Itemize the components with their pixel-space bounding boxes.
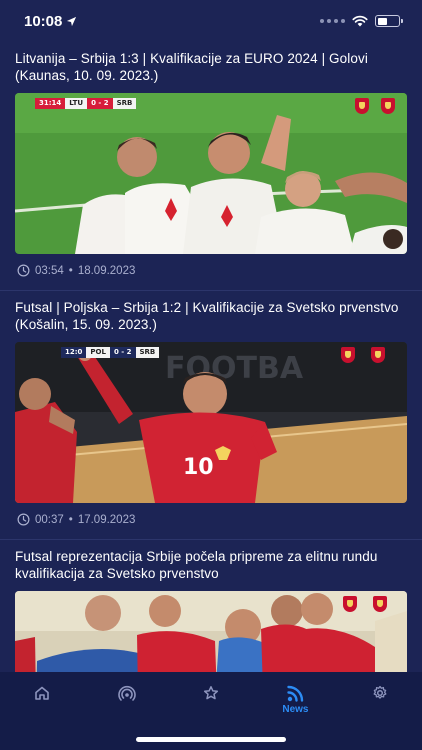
battery-icon xyxy=(375,15,403,27)
federation-crest-icon xyxy=(373,596,387,612)
match-score: 0 - 2 xyxy=(87,98,113,109)
news-meta: 00:37 • 17.09.2023 xyxy=(15,503,407,539)
news-card[interactable]: Litvanija – Srbija 1:3 | Kvalifikacije z… xyxy=(0,42,422,291)
svg-text:10: 10 xyxy=(183,455,214,480)
tab-live[interactable] xyxy=(84,685,168,703)
meta-separator: • xyxy=(68,264,73,277)
gear-icon xyxy=(373,685,387,699)
match-score: 0 - 2 xyxy=(109,347,136,358)
tab-home[interactable] xyxy=(0,685,84,703)
federation-crest-icon xyxy=(371,347,385,363)
home-icon xyxy=(35,686,50,700)
publish-date: 18.09.2023 xyxy=(77,264,136,277)
team-crest-icon xyxy=(341,347,355,363)
video-duration: 00:37 xyxy=(35,513,64,526)
news-meta: 03:54 • 18.09.2023 xyxy=(15,254,407,290)
video-thumbnail[interactable] xyxy=(15,591,407,672)
clock-icon xyxy=(17,264,30,277)
match-photo xyxy=(15,93,407,254)
news-card[interactable]: Futsal | Poljska – Srbija 1:2 | Kvalifik… xyxy=(0,291,422,540)
away-team: SRB xyxy=(112,98,137,109)
clock-text: 10:08 xyxy=(24,12,63,30)
wifi-icon xyxy=(352,15,368,27)
news-title[interactable]: Litvanija – Srbija 1:3 | Kvalifikacije z… xyxy=(15,50,407,84)
tab-news[interactable]: News xyxy=(253,685,337,715)
news-rss-icon xyxy=(287,685,304,702)
live-broadcast-icon xyxy=(117,685,136,701)
news-feed[interactable]: Litvanija – Srbija 1:3 | Kvalifikacije z… xyxy=(0,42,422,672)
status-indicators xyxy=(320,15,403,27)
home-team: POL xyxy=(86,347,110,358)
away-team: SRB xyxy=(135,347,160,358)
match-clock: 31:14 xyxy=(35,98,66,109)
cellular-signal-icon xyxy=(320,19,345,23)
home-team: LTU xyxy=(65,98,88,109)
match-photo: FOOTBA 10 xyxy=(15,342,407,503)
news-title[interactable]: Futsal reprezentacija Srbije počela prip… xyxy=(15,548,407,582)
star-icon xyxy=(203,686,219,700)
video-thumbnail[interactable]: 31:14 LTU 0 - 2 SRB xyxy=(15,93,407,254)
team-crest-icon xyxy=(343,596,357,612)
tab-favorites[interactable] xyxy=(169,685,253,703)
tab-label: News xyxy=(282,704,309,715)
meta-separator: • xyxy=(68,513,73,526)
home-indicator[interactable] xyxy=(136,737,286,742)
news-card[interactable]: Futsal reprezentacija Srbije počela prip… xyxy=(0,540,422,672)
scoreboard-overlay: 12:0 POL 0 - 2 SRB xyxy=(61,347,160,358)
team-crest-icon xyxy=(355,98,369,114)
video-thumbnail[interactable]: FOOTBA 10 12:0 POL 0 - 2 SRB xyxy=(15,342,407,503)
match-clock: 12:0 xyxy=(61,347,87,358)
publish-date: 17.09.2023 xyxy=(77,513,136,526)
status-time: 10:08 xyxy=(24,13,77,30)
clock-icon xyxy=(17,513,30,526)
video-duration: 03:54 xyxy=(35,264,64,277)
news-title[interactable]: Futsal | Poljska – Srbija 1:2 | Kvalifik… xyxy=(15,299,407,333)
scoreboard-overlay: 31:14 LTU 0 - 2 SRB xyxy=(35,98,137,109)
location-arrow-icon xyxy=(67,16,77,26)
status-bar: 10:08 xyxy=(0,0,422,42)
tab-settings[interactable] xyxy=(338,685,422,703)
federation-crest-icon xyxy=(381,98,395,114)
